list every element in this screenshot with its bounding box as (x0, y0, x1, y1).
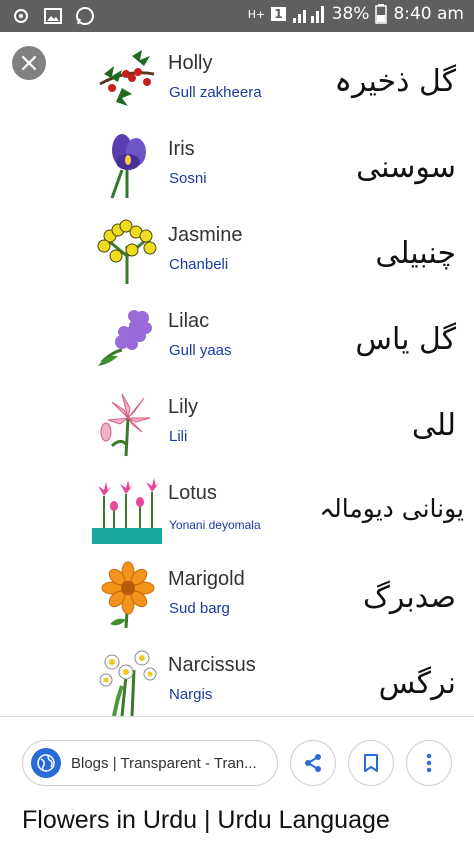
image-icon (44, 8, 62, 24)
clock: 8:40 am (393, 4, 464, 24)
lotus-picture (92, 478, 162, 544)
flower-urdu-name: للی (411, 408, 456, 443)
flower-roman-name: Sud barg (169, 600, 230, 617)
flower-roman-name: Nargis (169, 686, 213, 703)
system-icons: H+ 1 38% 8:40 am (248, 4, 464, 24)
whatsapp-icon (76, 7, 94, 25)
network-type-label: H+ (247, 7, 266, 21)
flower-urdu-name: نرگس (378, 666, 456, 701)
flower-english-name: Lotus (168, 482, 217, 504)
flower-row-narcissus: Narcissus Nargis نرگس (0, 642, 474, 726)
flower-chart-image: Holly Gull zakheera گل ذخیرہ Iris Sosni … (0, 38, 474, 716)
flower-roman-name: Sosni (169, 170, 207, 187)
bookmark-icon (364, 754, 378, 772)
flower-english-name: Narcissus (168, 654, 256, 676)
marigold-picture (101, 561, 155, 629)
location-icon (14, 9, 28, 23)
close-button[interactable] (12, 46, 46, 80)
share-button[interactable] (290, 740, 336, 786)
close-icon (21, 55, 37, 71)
lily-picture (100, 393, 151, 457)
source-link-button[interactable]: Blogs | Transparent - Tran... (22, 740, 278, 786)
flower-english-name: Marigold (168, 568, 245, 590)
divider (0, 716, 474, 717)
flower-english-name: Jasmine (168, 224, 243, 246)
notification-icons (10, 5, 96, 27)
globe-icon (31, 748, 61, 778)
page-title[interactable]: Flowers in Urdu | Urdu Language (22, 806, 390, 835)
source-label: Blogs | Transparent - Tran... (71, 754, 257, 772)
flower-roman-name: Lili (169, 428, 188, 445)
flower-english-name: Lily (168, 396, 199, 418)
lilac-picture (98, 310, 152, 366)
flower-english-name: Holly (168, 52, 213, 74)
battery-percent: 38% (331, 4, 370, 24)
flower-roman-name: Yonani deyomala (169, 518, 261, 532)
flower-urdu-name: گل ذخیرہ (334, 64, 456, 99)
flower-urdu-name: چنبیلی (375, 236, 456, 271)
flower-urdu-name: گل یاس (355, 322, 456, 357)
share-icon (305, 754, 321, 772)
flower-roman-name: Gull yaas (169, 342, 232, 359)
flower-urdu-name: صدبرگ (363, 580, 456, 615)
flower-roman-name: Chanbeli (169, 256, 229, 273)
flower-row-lilac: Lilac Gull yaas گل یاس (0, 298, 474, 382)
flower-row-marigold: Marigold Sud barg صدبرگ (0, 556, 474, 640)
battery-icon (375, 4, 388, 24)
flower-english-name: Lilac (168, 310, 210, 332)
flower-urdu-name: یونانی دیومالہ (319, 494, 464, 523)
signal-icon (292, 6, 324, 23)
iris-picture (110, 134, 146, 199)
holly-picture (99, 50, 155, 106)
flower-row-iris: Iris Sosni سوسنی (0, 126, 474, 210)
flower-english-name: Iris (168, 138, 195, 160)
more-options-button[interactable] (406, 740, 452, 786)
more-vert-icon (426, 753, 432, 773)
flower-row-holly: Holly Gull zakheera گل ذخیرہ (0, 40, 474, 124)
save-button[interactable] (348, 740, 394, 786)
sim-badge: 1 (271, 7, 286, 21)
status-bar: H+ 1 38% 8:40 am (0, 0, 474, 32)
flower-row-lily: Lily Lili للی (0, 384, 474, 468)
narcissus-picture (99, 650, 157, 716)
jasmine-picture (97, 219, 157, 284)
flower-roman-name: Gull zakheera (169, 84, 262, 101)
flower-row-lotus: Lotus Yonani deyomala یونانی دیومالہ (0, 470, 474, 554)
flower-urdu-name: سوسنی (356, 150, 456, 185)
flower-row-jasmine: Jasmine Chanbeli چنبیلی (0, 212, 474, 296)
